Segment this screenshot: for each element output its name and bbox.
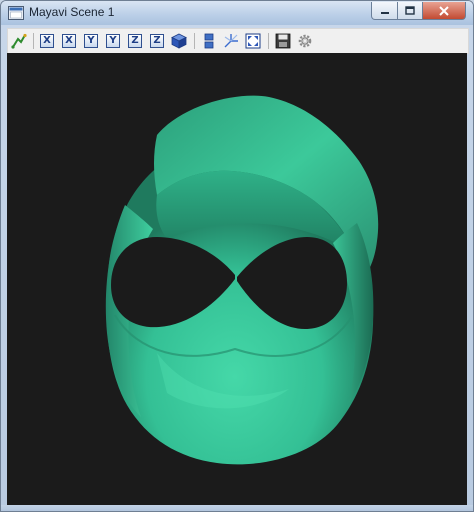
view-minus-y-icon: Y: [106, 34, 120, 48]
scene-viewport[interactable]: [7, 53, 467, 505]
window-title: Mayavi Scene 1: [29, 5, 115, 19]
view-minus-x-button[interactable]: X: [60, 32, 78, 50]
minimize-icon: [380, 11, 389, 14]
save-button[interactable]: [274, 32, 292, 50]
view-z-button[interactable]: Z: [126, 32, 144, 50]
view-minus-x-icon: X: [62, 34, 76, 48]
minimize-button[interactable]: [371, 2, 398, 20]
view-z-icon: Z: [128, 34, 142, 48]
mayavi-pipeline-icon: [11, 33, 27, 49]
toggle-axes-button[interactable]: [222, 32, 240, 50]
isometric-cube-icon: [171, 33, 187, 49]
full-screen-button[interactable]: [244, 32, 262, 50]
scene-toolbar: X X Y Y Z Z: [7, 28, 469, 54]
view-minus-z-button[interactable]: Z: [148, 32, 166, 50]
configure-gear-icon: [298, 34, 312, 48]
view-y-icon: Y: [84, 34, 98, 48]
toggle-axes-icon: [224, 34, 238, 48]
save-icon: [275, 33, 291, 49]
pipeline-button[interactable]: [10, 32, 28, 50]
maximize-button[interactable]: [397, 2, 423, 20]
title-bar[interactable]: Mayavi Scene 1: [1, 1, 473, 25]
mayavi-window: Mayavi Scene 1 X X Y Y Z Z: [0, 0, 474, 512]
window-bottom-border: [1, 505, 473, 511]
view-x-icon: X: [40, 34, 54, 48]
view-minus-y-button[interactable]: Y: [104, 32, 122, 50]
isometric-view-button[interactable]: [170, 32, 188, 50]
maximize-icon: [405, 6, 415, 15]
close-icon: [439, 5, 449, 16]
mayavi-app-icon: [8, 6, 24, 20]
toolbar-separator: [33, 33, 34, 49]
close-button[interactable]: [422, 2, 466, 20]
toggle-parallel-projection-icon: [204, 33, 214, 49]
mobius-surface-render: [105, 95, 379, 465]
view-x-button[interactable]: X: [38, 32, 56, 50]
view-y-button[interactable]: Y: [82, 32, 100, 50]
toolbar-separator: [194, 33, 195, 49]
parallel-projection-button[interactable]: [200, 32, 218, 50]
view-minus-z-icon: Z: [150, 34, 164, 48]
configure-button[interactable]: [296, 32, 314, 50]
toolbar-separator: [268, 33, 269, 49]
full-screen-icon: [245, 33, 261, 49]
